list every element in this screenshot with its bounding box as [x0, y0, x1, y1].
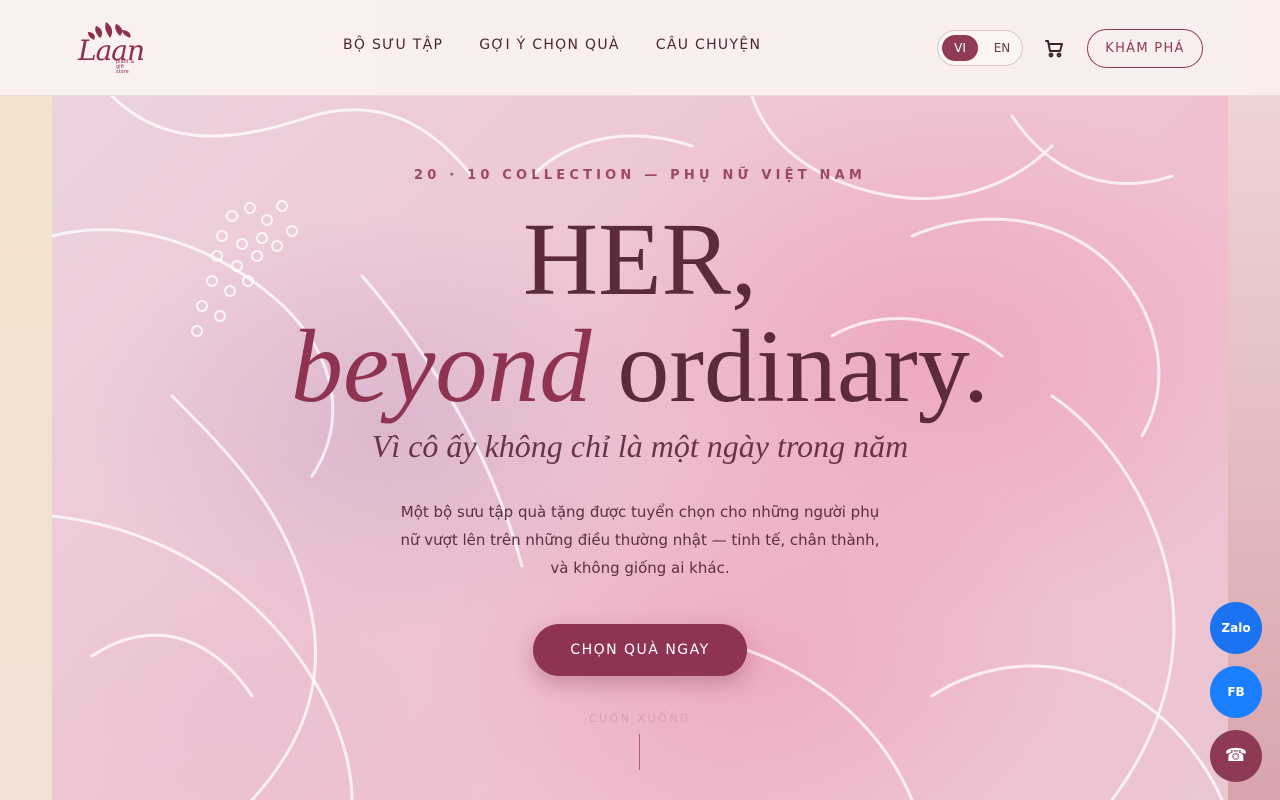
- hero-title-italic: beyond: [291, 309, 592, 424]
- scroll-down-label[interactable]: CUỘN XUỐNG: [0, 712, 1280, 725]
- explore-button[interactable]: KHÁM PHÁ: [1087, 29, 1203, 68]
- brand-tagline: plant & gift store: [116, 59, 135, 75]
- site-header: Laan plant & gift store BỘ SƯU TẬP GỢI Ý…: [0, 0, 1280, 96]
- lang-vi-button[interactable]: VI: [942, 35, 978, 61]
- scroll-indicator-line: [639, 734, 640, 770]
- zalo-chat-button[interactable]: Zalo: [1210, 602, 1262, 654]
- hero-description: Một bộ sưu tập quà tặng được tuyển chọn …: [400, 503, 880, 577]
- language-switch: VI EN: [937, 30, 1023, 66]
- brand-logo[interactable]: Laan plant & gift store: [76, 20, 145, 76]
- choose-gift-button[interactable]: CHỌN QUÀ NGAY: [533, 624, 747, 676]
- hero-title-rest: ordinary.: [591, 309, 989, 424]
- hero-subtitle: Vì cô ấy không chỉ là một ngày trong năm: [371, 428, 909, 464]
- phone-icon[interactable]: ☎: [1210, 730, 1262, 782]
- facebook-chat-button[interactable]: FB: [1210, 666, 1262, 718]
- hero-eyebrow: 20 · 10 COLLECTION — PHỤ NỮ VIỆT NAM: [414, 168, 866, 183]
- nav-item-collection[interactable]: BỘ SƯU TẬP: [343, 37, 443, 53]
- hero-title-line1: HER,: [523, 202, 757, 317]
- nav-item-gift-guide[interactable]: GỢI Ý CHỌN QUÀ: [479, 37, 620, 53]
- lang-en-button[interactable]: EN: [984, 35, 1020, 61]
- hero-title-line2: beyond ordinary.: [0, 312, 1280, 422]
- cart-icon[interactable]: [1042, 36, 1066, 60]
- nav-item-story[interactable]: CÂU CHUYỆN: [656, 37, 761, 53]
- main-nav: BỘ SƯU TẬP GỢI Ý CHỌN QUÀ CÂU CHUYỆN: [343, 37, 761, 53]
